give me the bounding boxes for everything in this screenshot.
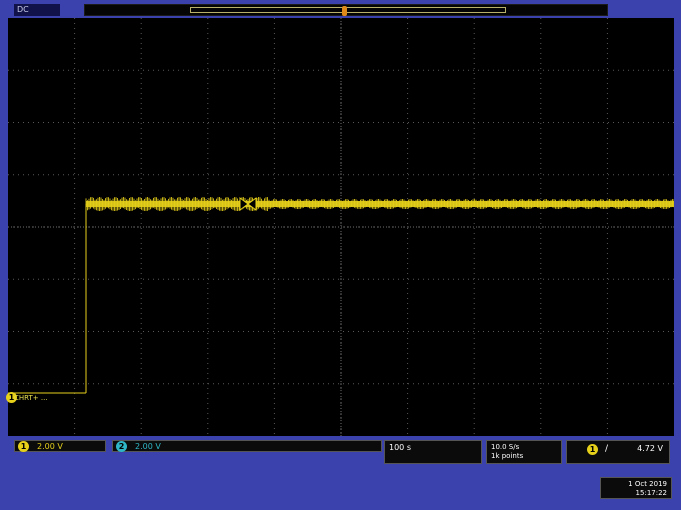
record-view-window[interactable] [190,7,506,13]
trigger-readout[interactable]: 1 / 4.72 V [566,440,670,464]
top-status-bar: DC [4,2,676,18]
trigger-position-icon[interactable] [342,6,347,16]
acquisition-readout[interactable]: 10.0 S/s 1k points [486,440,562,464]
trigger-slope-icon: / [605,444,609,454]
channel-2-readout[interactable]: 2 2.00 V [112,440,382,452]
channel-2-scale: 2.00 V [135,442,161,451]
ground-marker-label: CHRT+ ... [14,394,48,402]
channel-2-badge: 2 [116,441,127,452]
date-time-readout: 1 Oct 2019 15:17:22 [600,477,672,499]
run-status: DC [14,4,60,16]
channel-1-scale: 2.00 V [37,442,63,451]
bottom-readout-bar: 1 2.00 V 2 2.00 V 100 s 10.0 S/s 1k poin… [8,438,674,468]
waveform-graticule [8,18,674,436]
record-length: 1k points [491,452,524,460]
timebase-value: 100 s [389,443,411,452]
sample-rate: 10.0 S/s [491,443,520,451]
trigger-channel-badge: 1 [587,444,598,455]
channel-1-badge: 1 [18,441,29,452]
trigger-level: 4.72 V [637,444,663,453]
channel-1-readout[interactable]: 1 2.00 V [14,440,106,452]
date-text: 1 Oct 2019 [628,480,667,488]
time-text: 15:17:22 [635,489,667,497]
timebase-readout[interactable]: 100 s [384,440,482,464]
waveform-display [8,18,674,436]
waveform-high-level [86,201,674,207]
